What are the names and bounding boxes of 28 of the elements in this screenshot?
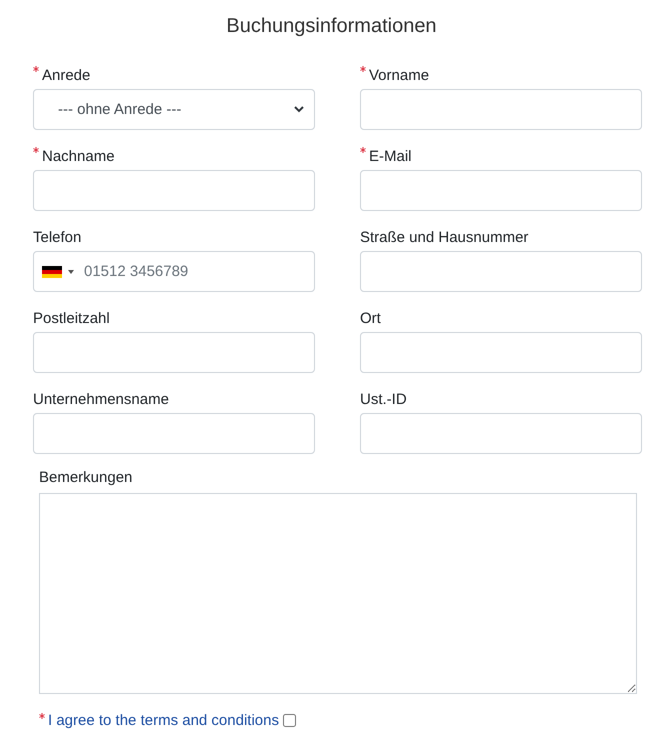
field-label: Ust.-ID [360,390,407,408]
remarks-field[interactable] [39,493,637,694]
text-field[interactable] [360,332,642,373]
phone-field[interactable]: 01512 3456789 [33,251,315,292]
text-field[interactable] [33,332,315,373]
form-title: Buchungsinformationen [225,14,438,39]
field-label: Straße und Hausnummer [360,228,528,246]
text-field[interactable] [33,170,315,211]
terms-link[interactable]: I agree to the terms and conditions [48,712,279,729]
text-field[interactable] [360,170,642,211]
german-flag-icon [42,266,62,278]
caret-icon[interactable] [68,270,74,274]
field-label: Unternehmensname [33,390,169,408]
text-field[interactable] [360,413,642,454]
field-label: E-Mail [369,148,412,164]
text-field[interactable] [360,89,642,130]
salutation-dropdown[interactable]: --- ohne Anrede --- [33,89,315,130]
field-label: Postleitzahl [33,310,110,326]
field-label: Telefon [33,228,82,246]
agree-checkbox[interactable] [282,714,296,727]
field-label: Ort [360,310,381,326]
text-field[interactable] [33,413,315,454]
field-label: Bemerkungen [39,469,134,488]
field-label: Anrede [42,66,90,84]
chevron-down-icon [294,106,304,113]
field-label: Vorname [369,66,430,84]
text-field[interactable] [360,251,642,292]
field-label: Nachname [42,148,115,164]
